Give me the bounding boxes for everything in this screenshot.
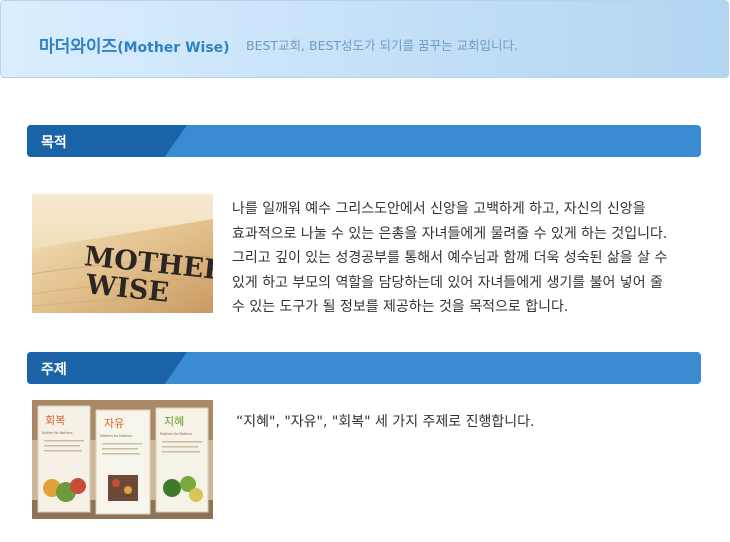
- purpose-line: 수 있는 도구가 될 정보를 제공하는 것을 목적으로 합니다.: [232, 299, 569, 315]
- banner-subtitle: Mothers for Mothers: [100, 434, 133, 438]
- banner-freedom: 자유 Mothers for Mothers: [95, 409, 151, 515]
- banner-subtitle: Mothers for Mothers: [160, 432, 193, 436]
- church-tagline: BEST교회, BEST성도가 되기를 꿈꾸는 교회입니다.: [246, 38, 518, 53]
- purpose-line: 나를 일깨워 예수 그리스도안에서 신앙을 고백하게 하고, 자신의 신앙을: [232, 201, 646, 217]
- theme-description: “지혜", "자유", "회복" 세 가지 주제로 진행합니다.: [236, 410, 534, 435]
- section-header-purpose: 목적: [27, 125, 701, 157]
- section-title-theme: 주제: [41, 362, 67, 378]
- theme-line: “지혜", "자유", "회복" 세 가지 주제로 진행합니다.: [236, 414, 535, 430]
- section-header-theme: 주제: [27, 352, 701, 384]
- purpose-line: 있게 하고 부모의 역할을 담당하는데 있어 자녀들에게 생기를 불어 넣어 줄: [232, 274, 663, 291]
- section-title-purpose: 목적: [41, 135, 67, 151]
- banner-subtitle: Mother for Mothers: [42, 431, 73, 435]
- mother-wise-letters-photo: MOTHER WISE: [32, 194, 213, 313]
- banner-recovery: 회복 Mother for Mothers: [37, 405, 91, 513]
- title-english: (Mother Wise): [117, 40, 230, 56]
- banner-title: 회복: [45, 414, 65, 427]
- banner-title: 지혜: [164, 415, 184, 428]
- purpose-line: 효과적으로 나눌 수 있는 은총을 자녀들에게 물려줄 수 있게 하는 것입니다…: [232, 225, 668, 242]
- banner-wisdom: 지혜 Mothers for Mothers: [155, 407, 209, 513]
- purpose-line: 그리고 깊이 있는 성경공부를 통해서 예수님과 함께 더욱 성숙된 삶을 살 …: [232, 250, 668, 266]
- theme-banners-photo: 회복 Mother for Mothers 자유 Mothers for Mot…: [32, 400, 213, 519]
- banner-title: 자유: [104, 417, 124, 430]
- title-korean: 마더와이즈: [39, 37, 118, 57]
- page-title: 마더와이즈(Mother Wise): [39, 32, 230, 57]
- page-header: 마더와이즈(Mother Wise) BEST교회, BEST성도가 되기를 꿈…: [0, 0, 729, 78]
- purpose-description: 나를 일깨워 예수 그리스도안에서 신앙을 고백하게 하고, 자신의 신앙을 효…: [232, 197, 667, 320]
